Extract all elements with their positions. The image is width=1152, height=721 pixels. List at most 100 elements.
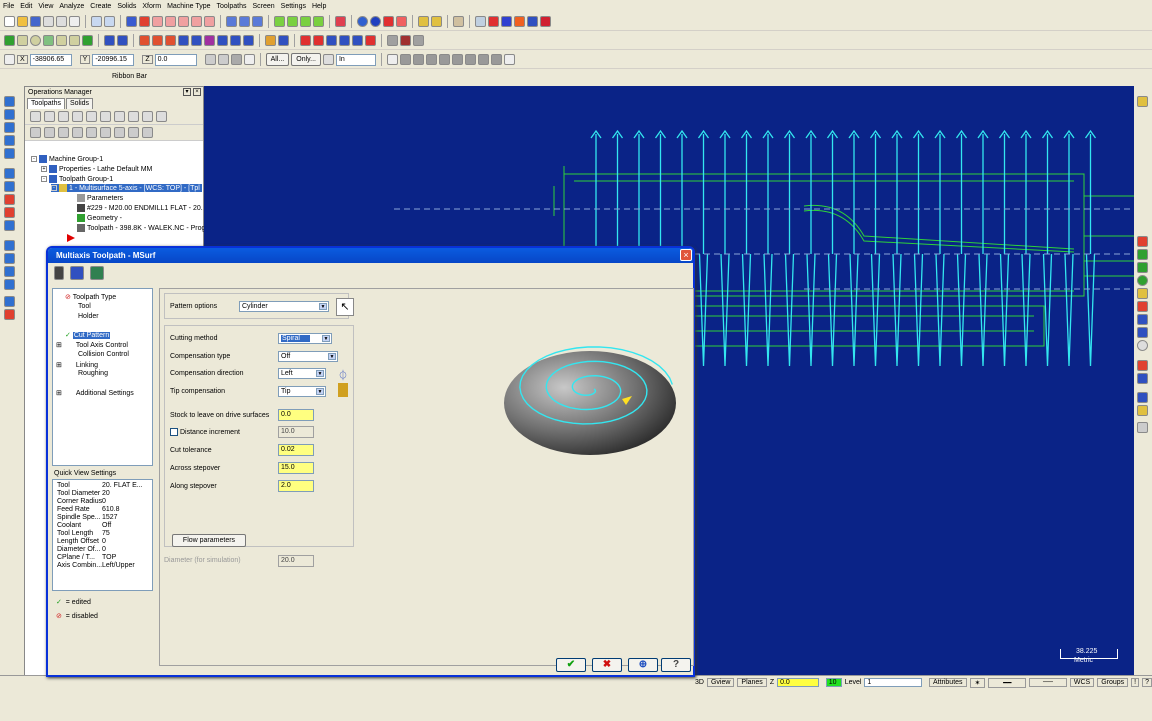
tree-toolpath[interactable]: Toolpath - 398.8K - WALEK.NC - Progr bbox=[77, 224, 208, 232]
help-icon[interactable] bbox=[503, 54, 515, 65]
select-dirty-icon[interactable] bbox=[44, 111, 55, 122]
diameter-input[interactable]: 20.0 bbox=[278, 555, 314, 567]
nav-linking[interactable]: ⊞ Linking bbox=[56, 361, 98, 369]
select-only-button[interactable]: Only... bbox=[291, 53, 321, 66]
apply-button[interactable]: ⊕ bbox=[628, 658, 658, 672]
check-icon[interactable] bbox=[475, 16, 486, 27]
trim-icon[interactable] bbox=[69, 35, 80, 46]
lathe-icon[interactable] bbox=[265, 35, 276, 46]
nav-tool[interactable]: Tool bbox=[78, 303, 91, 310]
along-stepover-input[interactable]: 2.0 bbox=[278, 480, 314, 492]
circle-icon[interactable] bbox=[30, 35, 41, 46]
status-help-icon[interactable]: ? bbox=[1142, 678, 1152, 687]
transform-icon[interactable] bbox=[104, 35, 115, 46]
expand-icon[interactable] bbox=[142, 127, 153, 138]
dropdown-icon[interactable]: ▾ bbox=[183, 88, 191, 96]
globe-icon[interactable] bbox=[357, 16, 368, 27]
clear-select-icon[interactable] bbox=[490, 54, 502, 65]
backplot-icon[interactable] bbox=[501, 16, 512, 27]
pattern-snap-icon[interactable] bbox=[1137, 314, 1148, 325]
extrude-icon[interactable] bbox=[82, 35, 93, 46]
move-icon[interactable] bbox=[126, 16, 137, 27]
point-style-icon[interactable]: ✶ bbox=[969, 677, 986, 688]
dialog-close-icon[interactable]: × bbox=[680, 249, 692, 261]
nav-roughing[interactable]: Roughing bbox=[78, 370, 108, 377]
redo-icon[interactable] bbox=[104, 16, 115, 27]
x-coordinate-input[interactable]: -38906.65 bbox=[29, 53, 72, 66]
solid-select-icon[interactable] bbox=[425, 54, 437, 65]
color-tool-icon[interactable] bbox=[4, 309, 15, 320]
zoom-previous-icon[interactable] bbox=[204, 16, 215, 27]
post-ops-icon[interactable] bbox=[114, 111, 125, 122]
tool-manager-icon[interactable] bbox=[540, 16, 551, 27]
line-tool-icon[interactable] bbox=[4, 109, 15, 120]
backplot-ops-icon[interactable] bbox=[86, 111, 97, 122]
folder-tool-icon[interactable] bbox=[1137, 96, 1148, 107]
face-select-icon[interactable] bbox=[451, 54, 463, 65]
close-icon[interactable]: × bbox=[193, 88, 201, 96]
cube-front-icon[interactable] bbox=[300, 16, 311, 27]
drag-icon[interactable] bbox=[243, 35, 254, 46]
help-icon[interactable] bbox=[243, 54, 255, 65]
status-info-icon[interactable]: ! bbox=[1131, 678, 1140, 687]
compensation-direction-select[interactable]: Left ▼ bbox=[278, 368, 326, 379]
help-button[interactable]: ? bbox=[661, 658, 691, 672]
edit-snap-icon[interactable] bbox=[1137, 288, 1148, 299]
fast-point-icon[interactable] bbox=[4, 54, 15, 65]
menu-xform[interactable]: Xform bbox=[142, 3, 161, 10]
zoom-in-icon[interactable] bbox=[165, 16, 176, 27]
planes-icon[interactable] bbox=[335, 16, 346, 27]
scale-icon[interactable] bbox=[152, 35, 163, 46]
zoom-window-icon[interactable] bbox=[152, 16, 163, 27]
menu-solids[interactable]: Solids bbox=[117, 3, 136, 10]
solid-tool-icon[interactable] bbox=[4, 181, 15, 192]
tree-properties[interactable]: + Properties - Lathe Default MM bbox=[41, 165, 152, 173]
status-3d[interactable]: 3D bbox=[695, 679, 704, 686]
status-wcs[interactable]: WCS bbox=[1069, 678, 1095, 687]
rotate-icon[interactable] bbox=[139, 35, 150, 46]
rough-icon[interactable] bbox=[313, 35, 324, 46]
selection-cursor-icon[interactable] bbox=[322, 54, 334, 65]
stretch-icon[interactable] bbox=[204, 35, 215, 46]
stock-icon[interactable] bbox=[400, 35, 411, 46]
edge-select-icon[interactable] bbox=[464, 54, 476, 65]
print-icon[interactable] bbox=[43, 16, 54, 27]
erase-icon[interactable] bbox=[396, 16, 407, 27]
solid-cube-icon[interactable] bbox=[274, 16, 285, 27]
hidden-line-icon[interactable] bbox=[252, 16, 263, 27]
pencil-icon[interactable] bbox=[418, 16, 429, 27]
menu-help[interactable]: Help bbox=[312, 3, 326, 10]
layers-icon[interactable] bbox=[1137, 360, 1148, 371]
tree-toolpath-group[interactable]: - Toolpath Group-1 bbox=[41, 175, 113, 183]
tool-path-icon[interactable] bbox=[1137, 373, 1148, 384]
lock-ops-icon[interactable] bbox=[30, 127, 41, 138]
help-ops-icon[interactable] bbox=[156, 111, 167, 122]
dialog-title-bar[interactable]: Multiaxis Toolpath - MSurf bbox=[48, 248, 693, 263]
y-coordinate-input[interactable]: -20996.15 bbox=[92, 53, 135, 66]
menu-screen[interactable]: Screen bbox=[252, 3, 274, 10]
snap-icon[interactable] bbox=[230, 54, 242, 65]
verify-select-icon[interactable] bbox=[477, 54, 489, 65]
undo-icon[interactable] bbox=[91, 16, 102, 27]
status-gview[interactable]: Gview bbox=[706, 678, 735, 687]
chain-icon[interactable] bbox=[399, 54, 411, 65]
toggle-display-icon[interactable] bbox=[44, 127, 55, 138]
cube-top-icon[interactable] bbox=[287, 16, 298, 27]
wand-icon[interactable] bbox=[431, 16, 442, 27]
globe-tool-icon[interactable] bbox=[4, 266, 15, 277]
status-level-input[interactable]: 1 bbox=[864, 678, 922, 687]
status-attributes[interactable]: Attributes bbox=[928, 678, 967, 687]
menu-settings[interactable]: Settings bbox=[281, 3, 306, 10]
insert-arrow-icon[interactable] bbox=[100, 127, 111, 138]
select-all-ops-icon[interactable] bbox=[30, 111, 41, 122]
sphere-icon[interactable] bbox=[370, 16, 381, 27]
mill-tool-icon[interactable] bbox=[1137, 236, 1148, 247]
tree-tool[interactable]: #229 - M20.00 ENDMILL1 FLAT - 20. bbox=[77, 204, 203, 212]
tab-toolpaths[interactable]: Toolpaths bbox=[27, 98, 65, 109]
single-view-icon[interactable] bbox=[128, 127, 139, 138]
spline-tool-icon[interactable] bbox=[4, 135, 15, 146]
across-stepover-input[interactable]: 15.0 bbox=[278, 462, 314, 474]
regenerate-dirty-icon[interactable] bbox=[72, 111, 83, 122]
point-icon[interactable] bbox=[4, 35, 15, 46]
line-snap-icon[interactable] bbox=[1137, 262, 1148, 273]
